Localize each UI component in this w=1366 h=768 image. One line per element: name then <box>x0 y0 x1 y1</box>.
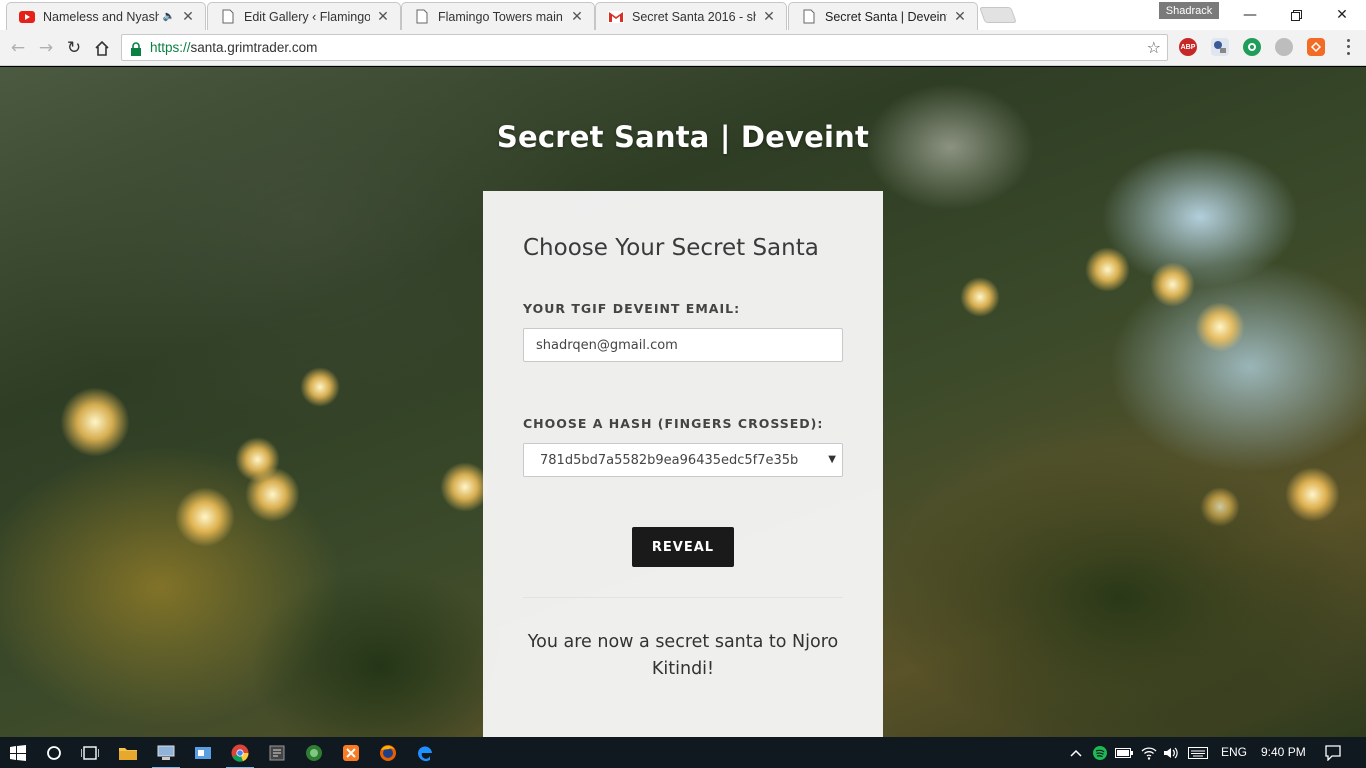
gmail-icon <box>608 9 624 25</box>
url-text: https://santa.grimtrader.com <box>150 40 317 55</box>
windows-taskbar: ENG 9:40 PM <box>0 737 1366 768</box>
close-tab-icon[interactable]: ✕ <box>570 9 584 25</box>
battery-icon[interactable] <box>1114 743 1134 763</box>
control-panel-icon[interactable] <box>193 743 213 763</box>
input-language[interactable]: ENG <box>1221 745 1247 759</box>
windows-start-icon[interactable] <box>8 743 28 763</box>
dropdown-arrow-icon: ▼ <box>828 454 836 465</box>
tab-title: Flamingo Towers main - Flamingo <box>438 9 564 24</box>
bokeh-light <box>300 367 340 407</box>
bookmark-star-icon[interactable]: ☆ <box>1147 38 1161 57</box>
browser-toolbar: ← → ↻ https://santa.grimtrader.com ☆ ABP <box>0 30 1366 66</box>
extension-orange-icon[interactable] <box>1307 38 1325 56</box>
chrome-icon[interactable] <box>226 743 254 768</box>
tray-app-icon[interactable] <box>1090 743 1110 763</box>
file-explorer-icon[interactable] <box>118 743 138 763</box>
bokeh-light <box>1195 302 1245 352</box>
url-scheme: https:// <box>150 40 191 55</box>
edge-icon[interactable] <box>415 743 435 763</box>
bokeh-light <box>60 387 130 457</box>
page-icon <box>220 9 236 25</box>
tab-edit-gallery[interactable]: Edit Gallery ‹ Flamingo Towers ✕ <box>207 2 401 30</box>
tab-flamingo-towers-main[interactable]: Flamingo Towers main - Flamingo ✕ <box>401 2 595 30</box>
lock-icon <box>130 41 144 56</box>
speaker-icon[interactable]: 🔈 <box>163 11 175 22</box>
extension-gray-icon[interactable] <box>1275 38 1293 56</box>
extension-green-icon[interactable] <box>1243 38 1261 56</box>
home-icon[interactable] <box>90 36 114 60</box>
hash-select[interactable]: 781d5bd7a5582b9ea96435edc5f7e35b ▼ <box>523 443 843 477</box>
page-icon <box>801 9 817 25</box>
clock-time[interactable]: 9:40 PM <box>1261 745 1306 759</box>
bokeh-light <box>1150 262 1195 307</box>
email-field[interactable] <box>523 328 843 362</box>
close-window-icon[interactable]: ✕ <box>1319 0 1365 30</box>
extension-icon[interactable] <box>1211 38 1229 56</box>
tab-secret-santa-2016-gmail[interactable]: Secret Santa 2016 - shadrqen ✕ <box>595 2 787 30</box>
action-center-icon[interactable] <box>1323 743 1343 763</box>
page-background: Secret Santa | Deveint Choose Your Secre… <box>0 67 1366 737</box>
minimize-icon[interactable]: — <box>1227 0 1273 30</box>
back-arrow-icon[interactable]: ← <box>6 36 30 60</box>
tab-title: Nameless and Nyashinski <box>43 9 159 24</box>
restore-icon[interactable] <box>1273 0 1319 30</box>
close-tab-icon[interactable]: ✕ <box>953 9 967 25</box>
tab-secret-santa-deveint[interactable]: Secret Santa | Deveint ✕ <box>788 2 978 30</box>
firefox-icon[interactable] <box>378 743 398 763</box>
reload-icon[interactable]: ↻ <box>62 36 86 60</box>
divider <box>523 597 843 598</box>
xampp-icon[interactable] <box>341 743 361 763</box>
page-icon <box>414 9 430 25</box>
tab-title: Edit Gallery ‹ Flamingo Towers <box>244 9 370 24</box>
keyboard-icon[interactable] <box>1188 743 1208 763</box>
browser-tab-strip: Nameless and Nyashinski 🔈 ✕ Edit Gallery… <box>0 0 1366 30</box>
email-label: YOUR TGIF DEVEINT EMAIL: <box>523 301 741 316</box>
profile-name[interactable]: Shadrack <box>1159 2 1219 19</box>
bokeh-light <box>175 487 235 547</box>
youtube-icon <box>19 9 35 25</box>
browser-app-icon[interactable] <box>304 743 324 763</box>
hash-selected-value: 781d5bd7a5582b9ea96435edc5f7e35b <box>540 452 799 468</box>
browser-menu-icon[interactable] <box>1340 37 1356 57</box>
cortana-search-icon[interactable] <box>44 743 64 763</box>
bokeh-light <box>960 277 1000 317</box>
pine-branch-shadow <box>250 567 510 737</box>
close-tab-icon[interactable]: ✕ <box>376 9 390 25</box>
tab-title: Secret Santa 2016 - shadrqen <box>632 9 756 24</box>
hash-label: CHOOSE A HASH (FINGERS CROSSED): <box>523 416 824 431</box>
close-tab-icon[interactable]: ✕ <box>762 9 776 25</box>
form-heading: Choose Your Secret Santa <box>523 235 819 261</box>
secret-santa-form-card: Choose Your Secret Santa YOUR TGIF DEVEI… <box>483 191 883 737</box>
wifi-icon[interactable] <box>1139 743 1159 763</box>
volume-icon[interactable] <box>1161 743 1181 763</box>
computer-app-icon[interactable] <box>152 743 180 768</box>
result-message: You are now a secret santa to Njoro Kiti… <box>527 632 839 679</box>
text-editor-icon[interactable] <box>267 743 287 763</box>
reveal-button[interactable]: REVEAL <box>632 527 734 567</box>
bokeh-light <box>245 467 300 522</box>
address-bar[interactable]: https://santa.grimtrader.com ☆ <box>121 34 1168 61</box>
show-hidden-icons-chevron-icon[interactable] <box>1066 743 1086 763</box>
pine-branch-shadow <box>880 447 1360 737</box>
url-host: santa.grimtrader.com <box>190 40 318 55</box>
site-title: Secret Santa | Deveint <box>496 120 870 154</box>
bokeh-light <box>1085 247 1130 292</box>
task-view-icon[interactable] <box>80 743 100 763</box>
new-tab-button[interactable] <box>979 7 1017 23</box>
close-tab-icon[interactable]: ✕ <box>181 9 195 25</box>
adblock-plus-icon[interactable]: ABP <box>1179 38 1197 56</box>
forward-arrow-icon[interactable]: → <box>34 36 58 60</box>
tab-nameless-and-nyashinski[interactable]: Nameless and Nyashinski 🔈 ✕ <box>6 2 206 30</box>
tab-title: Secret Santa | Deveint <box>825 9 947 24</box>
